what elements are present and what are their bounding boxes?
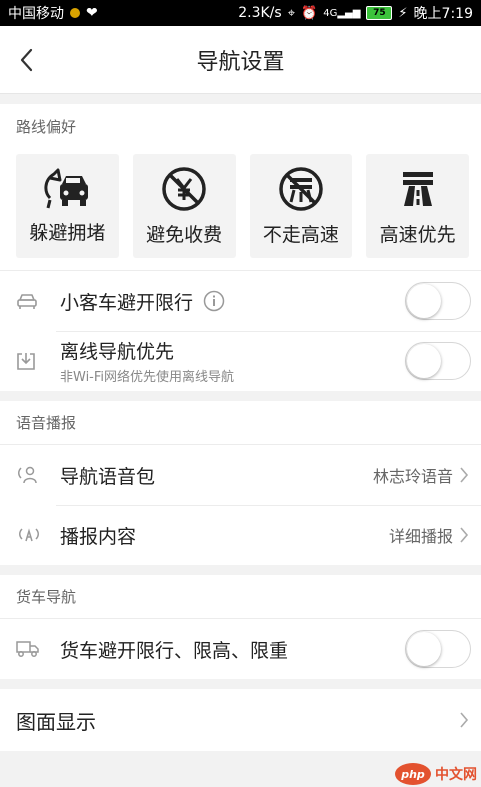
battery-icon: 75 [366,6,393,20]
info-icon [203,290,225,312]
car-icon [17,294,37,309]
truck-restriction-label: 货车避开限行、限高、限重 [60,639,289,662]
map-display-row[interactable]: 图面显示 [0,689,481,751]
truck-icon [16,641,39,657]
title-bar: 导航设置 [0,26,481,94]
car-restriction-label: 小客车避开限行 [60,291,194,314]
pref-label: 高速优先 [379,223,456,246]
charging-icon: ⚡ [398,5,408,21]
watermark-logo: php [395,763,431,785]
pref-no-highway[interactable]: 不走高速 [249,154,353,258]
voice-pack-row[interactable]: 导航语音包 林志玲语音 [0,445,481,505]
pref-label: 不走高速 [262,223,339,246]
section-header-truck: 货车导航 [0,575,481,619]
route-preference-section: 路线偏好 躲避拥堵 避免收费 不走高速 高速优先 小客车避开限行 离线导航优先 … [0,104,481,391]
notification-dot-icon [70,8,80,18]
broadcast-label: 播报内容 [60,525,137,548]
car-restriction-toggle[interactable] [405,282,471,320]
watermark: php 中文网 [395,763,477,785]
back-button[interactable] [10,44,42,76]
offline-first-row: 离线导航优先 非Wi-Fi网络优先使用离线导航 [0,331,481,391]
heart-icon: ❤ [86,5,98,21]
truck-restriction-row: 货车避开限行、限高、限重 [0,619,481,679]
broadcast-icon [19,528,39,542]
carrier-label: 中国移动 [8,6,64,22]
offline-first-label: 离线导航优先 [60,341,175,363]
location-icon: ⌖ [287,5,296,21]
avoid-congestion-icon [44,168,89,208]
voice-pack-value: 林志玲语音 [372,467,453,486]
chevron-right-icon [460,467,469,483]
truck-restriction-toggle[interactable] [405,630,471,668]
clock: 晚上7:19 [413,6,473,22]
no-toll-icon [162,166,206,211]
signal-icon: 4G▂▄▆ [323,7,361,19]
route-preference-grid: 躲避拥堵 避免收费 不走高速 高速优先 [0,148,481,271]
offline-first-sublabel: 非Wi-Fi网络优先使用离线导航 [60,370,235,385]
truck-section: 货车导航 货车避开限行、限高、限重 [0,575,481,679]
no-highway-icon [279,166,323,211]
pref-highway-first[interactable]: 高速优先 [366,154,469,258]
pref-label: 躲避拥堵 [29,221,106,244]
pref-no-toll[interactable]: 避免收费 [132,154,236,258]
status-bar: 中国移动 ❤ 2.3K/s ⌖ ⏰ 4G▂▄▆ 75 ⚡ 晚上7:19 [0,0,481,26]
chevron-right-icon [460,527,469,543]
chevron-left-icon [20,48,33,72]
watermark-text: 中文网 [435,767,477,783]
voice-pack-label: 导航语音包 [60,465,156,488]
network-speed: 2.3K/s [238,5,282,21]
broadcast-value: 详细播报 [388,527,453,546]
download-icon [17,353,35,370]
section-header-voice: 语音播报 [0,401,481,445]
section-header-route: 路线偏好 [16,117,77,136]
map-display-label: 图面显示 [16,709,96,734]
chevron-right-icon [460,712,469,728]
voice-section: 语音播报 导航语音包 林志玲语音 播报内容 详细播报 [0,401,481,565]
car-restriction-row: 小客车避开限行 [0,271,481,331]
voice-person-icon [18,466,37,484]
map-display-section: 图面显示 [0,689,481,751]
pref-avoid-congestion[interactable]: 躲避拥堵 [16,154,119,258]
page-title: 导航设置 [196,49,285,75]
offline-first-toggle[interactable] [405,342,471,380]
alarm-icon: ⏰ [301,5,318,21]
pref-label: 避免收费 [146,223,223,246]
broadcast-row[interactable]: 播报内容 详细播报 [0,505,481,565]
highway-first-icon [402,171,433,206]
info-button[interactable] [203,290,225,312]
